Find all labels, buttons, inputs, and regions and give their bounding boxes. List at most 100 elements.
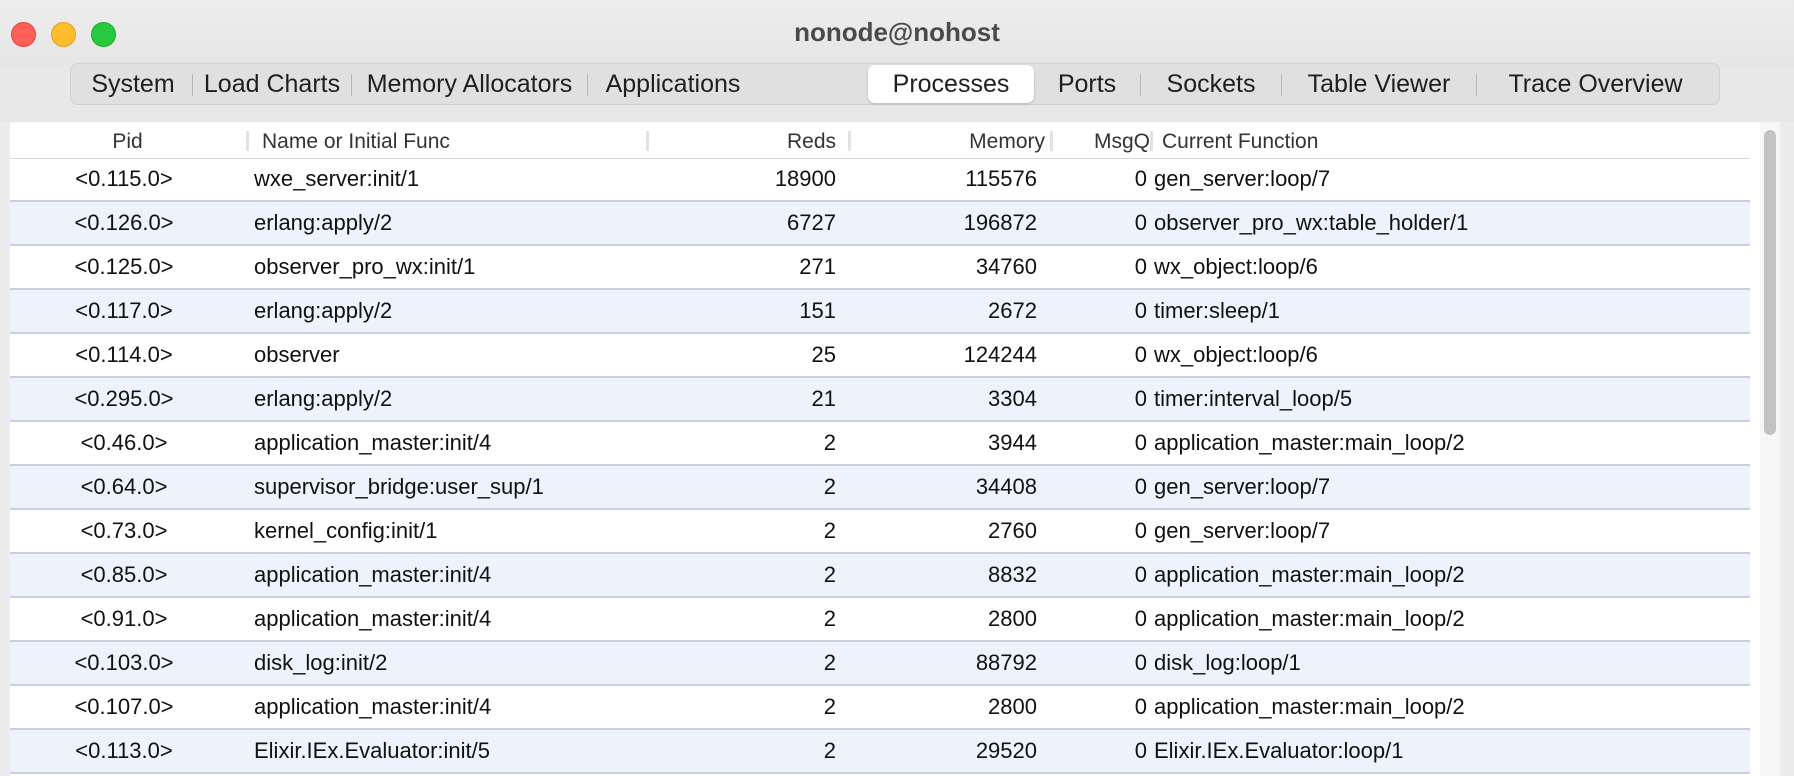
cell-current-function: wx_object:loop/6 <box>1154 254 1318 279</box>
tab-processes[interactable]: Processes <box>868 65 1034 103</box>
window-title: nonode@nohost <box>794 17 1000 47</box>
tab-ports[interactable]: Ports <box>1034 64 1140 104</box>
table-row[interactable]: <0.115.0> wxe_server:init/1 18900 115576 0 ge… <box>10 158 1750 202</box>
cell-pid: <0.107.0> <box>74 694 174 719</box>
column-header-pid[interactable]: Pid <box>10 122 245 158</box>
vertical-scrollbar[interactable] <box>1760 122 1780 776</box>
cell-current-function: gen_server:loop/7 <box>1154 474 1331 499</box>
cell-pid: <0.73.0> <box>80 518 168 543</box>
table-row[interactable]: <0.107.0> application_master:init/4 2 2800 0… <box>10 686 1750 730</box>
observer-window: nonode@nohost System Load Charts Memory … <box>0 0 1794 776</box>
tab-table-viewer[interactable]: Table Viewer <box>1282 64 1476 104</box>
cell-pid: <0.117.0> <box>75 298 173 323</box>
cell-current-function: gen_server:loop/7 <box>1154 518 1331 543</box>
cell-reds: 2 <box>823 562 836 587</box>
cell-name: wxe_server:init/1 <box>254 166 420 191</box>
column-divider[interactable] <box>1050 131 1053 151</box>
cell-msgq: 0 <box>1134 210 1147 235</box>
cell-current-function: timer:interval_loop/5 <box>1154 386 1353 411</box>
table-row[interactable]: <0.295.0> erlang:apply/2 21 3304 0 timer:inte… <box>10 378 1750 422</box>
cell-name: application_master:init/4 <box>254 606 492 631</box>
cell-msgq: 0 <box>1134 254 1147 279</box>
cell-memory: 29520 <box>975 738 1037 763</box>
cell-memory: 34408 <box>975 474 1037 499</box>
column-header-current-function[interactable]: Current Function <box>1162 122 1722 158</box>
cell-current-function: timer:sleep/1 <box>1154 298 1280 323</box>
table-row[interactable]: <0.64.0> supervisor_bridge:user_sup/1 2 344… <box>10 466 1750 510</box>
table-row[interactable]: <0.113.0> Elixir.IEx.Evaluator:init/5 2 295… <box>10 730 1750 774</box>
cell-current-function: gen_server:loop/7 <box>1154 166 1331 191</box>
tab-memory-allocators[interactable]: Memory Allocators <box>352 64 587 104</box>
cell-pid: <0.46.0> <box>80 430 168 455</box>
cell-memory: 124244 <box>963 342 1037 367</box>
column-divider[interactable] <box>246 131 249 151</box>
cell-current-function: application_master:main_loop/2 <box>1154 606 1465 631</box>
table-row[interactable]: <0.91.0> application_master:init/4 2 2800 0 a… <box>10 598 1750 642</box>
cell-reds: 2 <box>823 694 836 719</box>
cell-current-function: Elixir.IEx.Evaluator:loop/1 <box>1154 738 1404 763</box>
table-row[interactable]: <0.73.0> kernel_config:init/1 2 2760 0 gen_se… <box>10 510 1750 554</box>
column-divider[interactable] <box>646 131 649 151</box>
cell-name: observer <box>254 342 340 367</box>
column-header-msgq[interactable]: MsgQ <box>1054 122 1150 158</box>
tab-system[interactable]: System <box>73 64 193 104</box>
cell-msgq: 0 <box>1134 298 1147 323</box>
cell-memory: 2800 <box>988 694 1037 719</box>
cell-msgq: 0 <box>1134 430 1147 455</box>
cell-memory: 3304 <box>988 386 1037 411</box>
cell-current-function: application_master:main_loop/2 <box>1154 562 1465 587</box>
cell-memory: 3944 <box>988 430 1037 455</box>
table-row[interactable]: <0.117.0> erlang:apply/2 151 2672 0 timer:sle… <box>10 290 1750 334</box>
cell-current-function: application_master:main_loop/2 <box>1154 694 1465 719</box>
cell-memory: 34760 <box>975 254 1037 279</box>
cell-pid: <0.114.0> <box>75 342 173 367</box>
tab-load-charts[interactable]: Load Charts <box>193 64 351 104</box>
table-row[interactable]: <0.103.0> disk_log:init/2 2 88792 0 disk_log:… <box>10 642 1750 686</box>
cell-reds: 25 <box>811 342 836 367</box>
cell-pid: <0.113.0> <box>75 738 173 763</box>
cell-reds: 2 <box>823 518 836 543</box>
table-row[interactable]: <0.46.0> application_master:init/4 2 3944 0 a… <box>10 422 1750 466</box>
cell-memory: 8832 <box>988 562 1037 587</box>
cell-msgq: 0 <box>1134 562 1147 587</box>
cell-reds: 151 <box>799 298 836 323</box>
cell-name: application_master:init/4 <box>254 430 492 455</box>
table-row[interactable]: <0.125.0> observer_pro_wx:init/1 271 34760 0… <box>10 246 1750 290</box>
cell-msgq: 0 <box>1134 518 1147 543</box>
column-divider[interactable] <box>1150 131 1153 151</box>
cell-msgq: 0 <box>1134 694 1147 719</box>
title-bar: nonode@nohost <box>0 0 1794 67</box>
cell-current-function: wx_object:loop/6 <box>1154 342 1318 367</box>
cell-pid: <0.103.0> <box>74 650 174 675</box>
cell-memory: 115576 <box>965 166 1037 191</box>
column-header-reds[interactable]: Reds <box>650 122 836 158</box>
cell-pid: <0.91.0> <box>80 606 168 631</box>
column-divider[interactable] <box>848 131 851 151</box>
cell-pid: <0.295.0> <box>74 386 174 411</box>
table-row[interactable]: <0.126.0> erlang:apply/2 6727 196872 0 observ… <box>10 202 1750 246</box>
tab-bar: System Load Charts Memory Allocators App… <box>70 63 1720 105</box>
cell-name: Elixir.IEx.Evaluator:init/5 <box>254 738 490 763</box>
column-header-memory[interactable]: Memory <box>852 122 1045 158</box>
cell-memory: 196872 <box>963 210 1037 235</box>
cell-name: observer_pro_wx:init/1 <box>254 254 476 279</box>
cell-msgq: 0 <box>1134 650 1147 675</box>
column-header-name[interactable]: Name or Initial Func <box>262 122 642 158</box>
cell-name: application_master:init/4 <box>254 694 492 719</box>
cell-name: application_master:init/4 <box>254 562 492 587</box>
tab-sockets[interactable]: Sockets <box>1141 64 1281 104</box>
tab-applications[interactable]: Applications <box>588 64 758 104</box>
cell-name: erlang:apply/2 <box>254 298 393 323</box>
cell-reds: 2 <box>823 650 836 675</box>
cell-name: supervisor_bridge:user_sup/1 <box>254 474 544 499</box>
cell-msgq: 0 <box>1134 474 1147 499</box>
tab-trace-overview[interactable]: Trace Overview <box>1477 64 1714 104</box>
cell-pid: <0.126.0> <box>74 210 174 235</box>
table-row[interactable]: <0.114.0> observer 25 124244 0 wx_object:loop… <box>10 334 1750 378</box>
cell-memory: 2760 <box>988 518 1037 543</box>
cell-msgq: 0 <box>1134 342 1147 367</box>
cell-name: disk_log:init/2 <box>254 650 388 675</box>
scrollbar-thumb[interactable] <box>1764 130 1776 435</box>
cell-msgq: 0 <box>1134 386 1147 411</box>
table-row[interactable]: <0.85.0> application_master:init/4 2 8832 0 a… <box>10 554 1750 598</box>
